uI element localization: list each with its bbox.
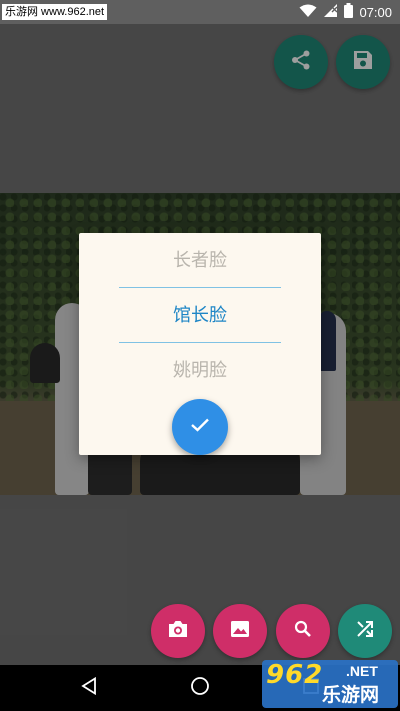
site-logo-net: .NET [346, 663, 378, 679]
confirm-button[interactable] [172, 399, 228, 455]
status-time: 07:00 [359, 4, 392, 20]
site-logo: 962 .NET 乐游网 [262, 660, 398, 708]
image-icon [229, 619, 251, 643]
search-icon [293, 619, 313, 643]
battery-icon [344, 2, 354, 22]
camera-icon [167, 619, 189, 643]
shuffle-icon [355, 619, 375, 643]
home-icon [190, 676, 210, 700]
option-elder-face[interactable]: 长者脸 [79, 249, 321, 273]
back-button[interactable] [74, 673, 104, 703]
check-icon [190, 417, 210, 437]
camera-button[interactable] [151, 604, 205, 658]
option-curator-face[interactable]: 馆长脸 [79, 304, 321, 328]
status-bar: 乐游网 www.962.net 07:00 [0, 0, 400, 24]
signal-icon [323, 3, 338, 22]
home-button[interactable] [185, 673, 215, 703]
face-picker-dialog: 长者脸 馆长脸 姚明脸 [79, 233, 321, 455]
search-button[interactable] [276, 604, 330, 658]
status-icons: 07:00 [299, 0, 392, 24]
wifi-icon [299, 3, 317, 22]
shuffle-button[interactable] [338, 604, 392, 658]
picker-divider-bottom [119, 342, 281, 343]
gallery-button[interactable] [213, 604, 267, 658]
option-yaoming-face[interactable]: 姚明脸 [79, 359, 321, 383]
site-watermark: 乐游网 www.962.net [2, 4, 108, 20]
picker-divider-top [119, 287, 281, 288]
back-icon [81, 676, 97, 699]
site-logo-number: 962 [266, 660, 324, 690]
site-logo-name: 乐游网 [322, 684, 380, 706]
